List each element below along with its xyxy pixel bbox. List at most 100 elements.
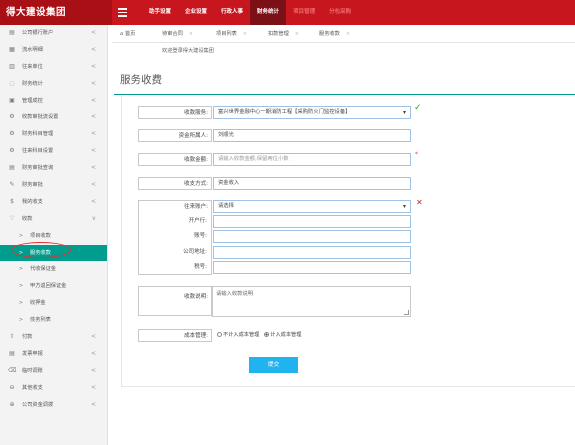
amount-label: 收款金额: (138, 153, 212, 166)
tab-pending-contracts[interactable]: 待审合同 × (162, 25, 193, 43)
chevron-left-icon: < (90, 164, 96, 172)
top-bar: 得大建设集团 助手设置 企业设置 行政人事 财务统计 项目管理 分包采购 (0, 0, 575, 25)
sidebar-item-label: 管理成控 (22, 97, 43, 104)
document-icon: ▤ (9, 29, 15, 36)
service-label: 收款服务: (138, 106, 212, 119)
nav-item[interactable]: 项目管理 (286, 0, 322, 25)
cost-option-include[interactable]: 计入成本管理 (264, 332, 301, 338)
company-address-field[interactable] (213, 246, 411, 259)
app-logo: 得大建设集团 (0, 0, 112, 25)
sidebar-item[interactable]: ▤ 财务审批查询 < (0, 160, 107, 177)
sidebar-subitem[interactable]: > 收押金 (0, 295, 107, 312)
bank-field[interactable] (213, 215, 411, 228)
sidebar-item-label: 往来科目设置 (22, 148, 54, 155)
method-label: 收支方式: (138, 177, 212, 190)
tab-service-collection[interactable]: 服务收款 × (319, 25, 350, 43)
close-icon[interactable]: × (189, 31, 193, 37)
sidebar-item[interactable]: ▤ 公司银行账户 < (0, 25, 107, 42)
sidebar-item-label: 发票申报 (22, 350, 43, 357)
grid-icon: ▣ (9, 96, 15, 104)
close-icon[interactable]: × (346, 31, 350, 37)
chevron-left-icon: < (90, 113, 96, 121)
chevron-left-icon: < (90, 147, 96, 155)
submit-button[interactable]: 提交 (249, 357, 298, 373)
resize-handle-icon[interactable] (404, 310, 409, 315)
table-icon: ▤ (9, 164, 15, 172)
circle-minus-icon: ⊖ (9, 383, 15, 391)
chevron-left-icon: < (90, 181, 96, 189)
sidebar-item-label: 债务列表 (30, 317, 51, 324)
folder-icon: ▥ (9, 62, 15, 70)
sidebar-subitem[interactable]: > 债务列表 (0, 312, 107, 329)
account-select[interactable]: 请选择 (213, 200, 411, 213)
nav-item[interactable]: 企业设置 (178, 0, 214, 25)
sidebar-subitem[interactable]: > 甲方返回保证金 (0, 278, 107, 295)
tab-label: 首页 (124, 31, 136, 37)
close-icon[interactable]: × (295, 31, 299, 37)
close-icon[interactable]: × (243, 31, 247, 37)
chevron-left-icon: < (90, 130, 96, 138)
sidebar-subitem[interactable]: > 代收保证金 (0, 261, 107, 278)
sidebar-item-label: 公司资金调拨 (22, 401, 54, 408)
tab-label: 待审合同 (162, 31, 183, 37)
chevron-left-icon: < (90, 79, 96, 87)
note-placeholder: 请输入收款说明 (216, 291, 254, 297)
sidebar-item-label: 代收保证金 (30, 266, 56, 273)
service-select[interactable]: 富兴世界金融中心一期消防工程【采购防火门监控设备】 (213, 106, 411, 119)
annotation-circle (11, 242, 71, 258)
sidebar-item-label: 付款 (22, 334, 33, 341)
sidebar-item[interactable]: ⚙ 收款审批流设置 < (0, 109, 107, 126)
sidebar-item-label: 往来单位 (22, 63, 43, 70)
radio-selected-icon (264, 332, 270, 337)
account-no-label: 账号: (140, 230, 210, 243)
sidebar-item[interactable]: ⚙ 财务科目管理 < (0, 126, 107, 143)
tax-no-field[interactable] (213, 261, 411, 274)
sidebar: ▤ 公司银行账户 < ▦ 流水明细 < ▥ 往来单位 < ◌ 财务统计 < ▣ 管理成控 < ⚙ 收款审批流设置… (0, 25, 108, 445)
chevron-left-icon: < (90, 383, 96, 391)
sidebar-item[interactable]: ♡ 收款 ∨ (0, 211, 107, 228)
sidebar-item[interactable]: ⊖ 其他收支 < (0, 380, 107, 397)
sidebar-item-label: 收款 (22, 215, 33, 222)
method-field[interactable]: 资金收入 (213, 177, 411, 190)
fund-person-field[interactable]: 刘顺光 (213, 129, 411, 142)
upload-icon: ⇧ (9, 333, 15, 341)
sidebar-item[interactable]: ▦ 流水明细 < (0, 42, 107, 59)
chevron-down-icon: ∨ (91, 214, 96, 222)
chevron-right-icon: > (18, 300, 24, 307)
tab-home[interactable]: ⌂ 首页 (120, 25, 135, 43)
sidebar-item-label: 财务统计 (22, 80, 43, 87)
page-title: 服务收费 (120, 74, 162, 86)
menu-toggle-icon[interactable] (118, 8, 127, 17)
chevron-left-icon: < (90, 96, 96, 104)
tab-project-list[interactable]: 项目列表 × (216, 25, 247, 43)
sidebar-item[interactable]: ▤ 发票申报 < (0, 346, 107, 363)
nav-item[interactable]: 分包采购 (322, 0, 358, 25)
sidebar-item[interactable]: ⚙ 往来科目设置 < (0, 143, 107, 160)
sidebar-item[interactable]: ✎ 财务审批 < (0, 177, 107, 194)
sidebar-item[interactable]: $ 我的收支 < (0, 194, 107, 211)
sidebar-item[interactable]: ◌ 财务统计 < (0, 76, 107, 93)
tab-deduction-management[interactable]: 扣款管理 × (268, 25, 299, 43)
chevron-right-icon: > (18, 283, 24, 290)
note-textarea[interactable]: 请输入收款说明 (212, 286, 411, 317)
check-icon: ✓ (414, 103, 422, 113)
sidebar-item[interactable]: ▣ 管理成控 < (0, 93, 107, 110)
amount-input[interactable]: 请输入收款金额,保留两位小数 (213, 153, 411, 166)
chevron-left-icon: < (90, 333, 96, 341)
invoice-icon: ▤ (9, 349, 15, 357)
nav-item[interactable]: 行政人事 (214, 0, 250, 25)
sidebar-item-label: 临时调账 (22, 367, 43, 374)
sidebar-item[interactable]: ⌫ 临时调账 < (0, 363, 107, 380)
sidebar-item-label: 甲方返回保证金 (30, 283, 67, 290)
gear-icon: ⚙ (9, 113, 15, 121)
chevron-right-icon: > (18, 232, 24, 239)
sidebar-item[interactable]: ▥ 往来单位 < (0, 59, 107, 76)
dollar-icon: $ (10, 197, 14, 205)
nav-item[interactable]: 财务统计 (250, 0, 287, 25)
sidebar-item[interactable]: ⇧ 付款 < (0, 329, 107, 346)
sidebar-item[interactable]: ⊕ 公司资金调拨 < (0, 397, 107, 414)
nav-item[interactable]: 助手设置 (142, 0, 178, 25)
sidebar-item-label: 收款审批流设置 (22, 114, 59, 121)
cost-option-exclude[interactable]: 不计入成本管理 (217, 332, 259, 338)
account-no-field[interactable] (213, 230, 411, 243)
